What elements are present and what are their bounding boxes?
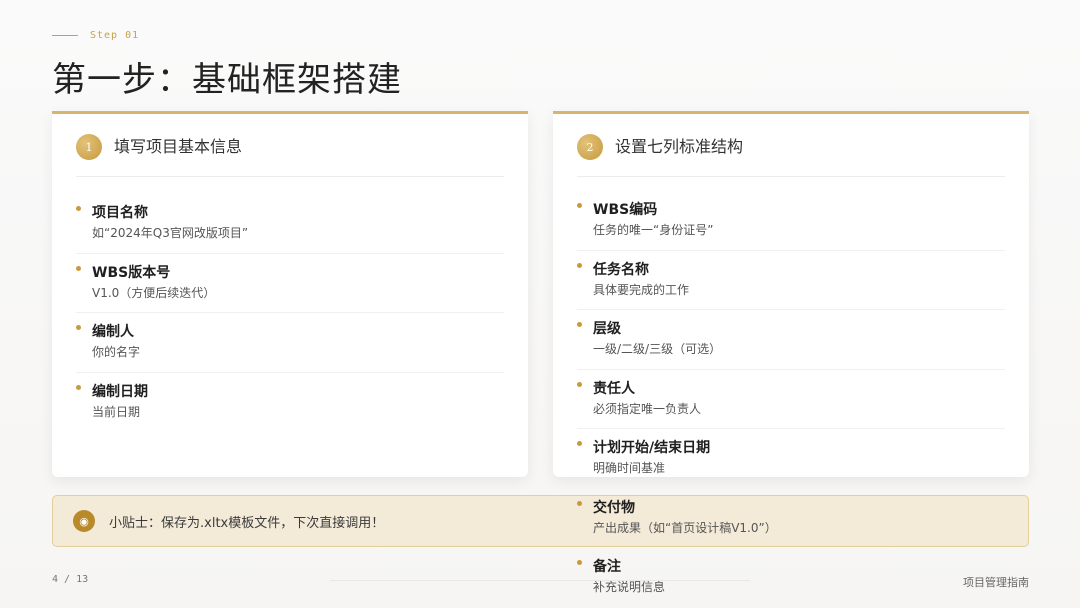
step-label: Step 01 [52,30,139,41]
list-item: WBS编码 任务的唯一“身份证号” [577,191,1005,251]
bullet-dot [577,560,582,565]
list-item: 备注 补充说明信息 [577,548,1005,595]
step-label-text: Step 01 [90,30,140,41]
bullet-dot [577,441,582,446]
number-badge: 2 [577,134,603,160]
tip-text: 小贴士：保存为.xltx模板文件，下次直接调用！ [109,515,385,531]
bullet-dot [76,206,81,211]
card-basic-info: 1 填写项目基本信息 项目名称 如“2024年Q3官网改版项目” WBS版本号 … [52,111,528,477]
list-item: 计划开始/结束日期 明确时间基准 [577,429,1005,489]
info-list: 项目名称 如“2024年Q3官网改版项目” WBS版本号 V1.0（方便后续迭代… [76,194,504,432]
list-item: 编制人 你的名字 [76,313,504,373]
item-description: 任务的唯一“身份证号” [593,223,714,237]
item-description: 具体要完成的工作 [593,282,690,297]
item-title: 备注 [593,559,621,575]
bullet-dot [577,203,582,208]
footer-brand: 项目管理指南 [963,576,1029,589]
list-item: 交付物 产出成果（如“首页设计稿V1.0”） [577,489,1005,549]
item-description: 产出成果（如“首页设计稿V1.0”） [593,520,777,535]
list-item: WBS版本号 V1.0（方便后续迭代） [76,254,504,313]
step-divider-line [52,35,78,36]
item-title: 交付物 [593,499,635,516]
list-item: 任务名称 具体要完成的工作 [577,251,1005,310]
bullet-dot [76,384,81,390]
card-header: 1 填写项目基本信息 [76,134,504,177]
item-description: 你的名字 [92,345,141,359]
bullet-dot [76,325,81,330]
number-badge: 1 [76,134,102,160]
item-description: V1.0（方便后续迭代） [92,285,216,300]
card-title: 设置七列标准结构 [615,137,744,156]
bullet-dot [577,322,582,327]
item-description: 必须指定唯一负责人 [593,401,702,416]
item-title: 责任人 [593,380,635,397]
item-description: 补充说明信息 [593,580,666,594]
item-description: 如“2024年Q3官网改版项目” [92,226,249,240]
card-title: 填写项目基本信息 [114,137,243,156]
list-item: 责任人 必须指定唯一负责人 [577,370,1005,429]
bullet-dot [577,500,582,506]
bullet-dot [577,381,582,387]
item-title: WBS版本号 [92,264,171,281]
item-description: 明确时间基准 [593,461,666,475]
card-header: 2 设置七列标准结构 [577,134,1005,177]
column-list: WBS编码 任务的唯一“身份证号” 任务名称 具体要完成的工作 层级 一级/二级… [577,191,1005,595]
page-number: 4 / 13 [52,574,89,585]
page-title: 第一步：基础框架搭建 [52,60,402,100]
item-title: 计划开始/结束日期 [593,440,711,456]
item-title: 任务名称 [593,261,649,278]
tip-icon: ◉ [73,510,95,532]
list-item: 项目名称 如“2024年Q3官网改版项目” [76,194,504,254]
item-title: WBS编码 [593,202,658,218]
item-title: 层级 [593,321,621,337]
list-item: 层级 一级/二级/三级（可选） [577,310,1005,370]
bullet-dot [76,265,81,271]
item-title: 编制日期 [92,383,148,400]
footer-divider [330,580,750,581]
bullet-dot [577,262,582,268]
list-item: 编制日期 当前日期 [76,373,504,433]
item-description: 一级/二级/三级（可选） [593,342,722,356]
item-title: 项目名称 [92,205,148,221]
item-description: 当前日期 [92,404,141,419]
item-title: 编制人 [92,324,134,340]
